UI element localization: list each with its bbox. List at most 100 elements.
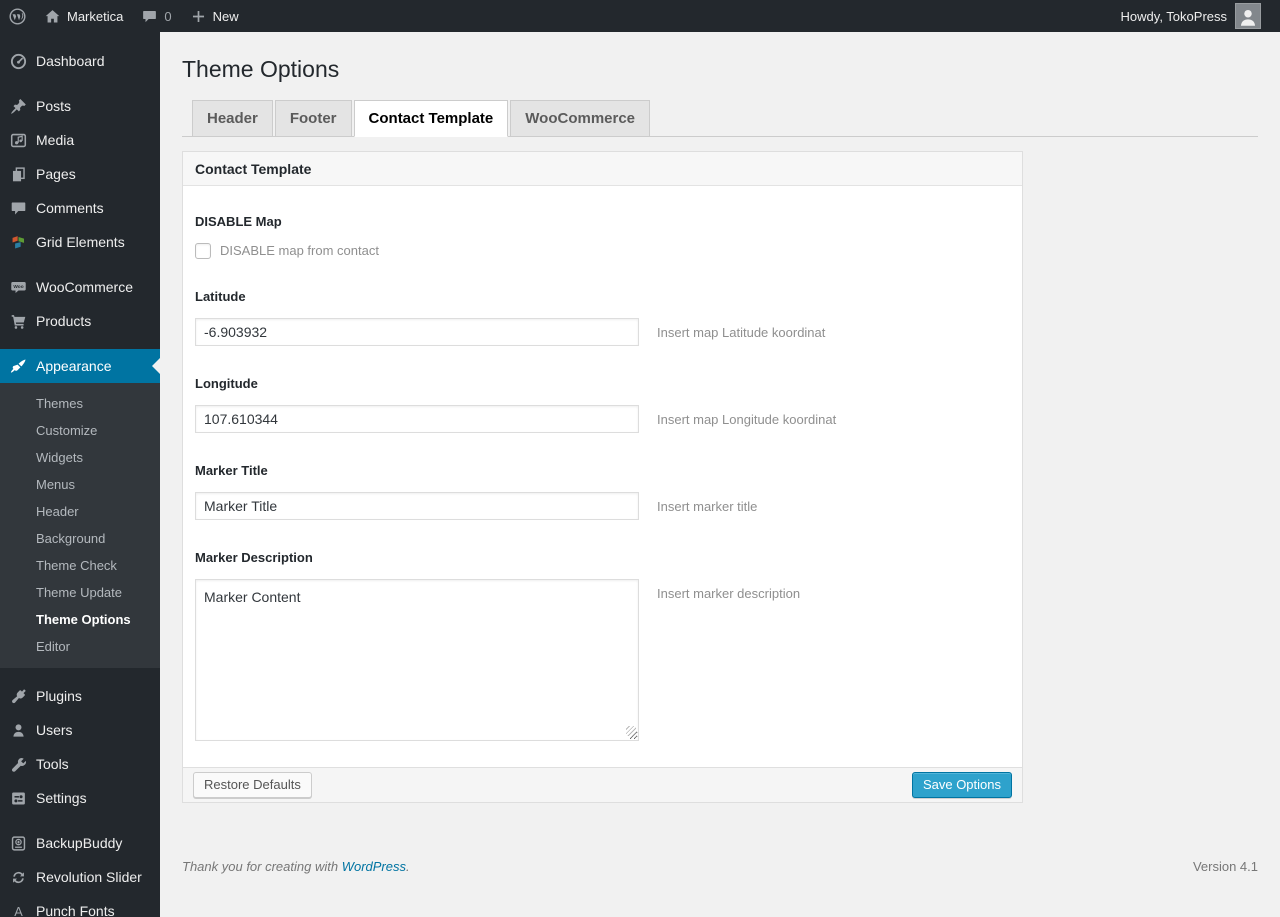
footer-thanks-period: . — [406, 858, 410, 874]
site-name-label: Marketica — [67, 8, 124, 24]
page-footer: Thank you for creating with WordPress. V… — [182, 859, 1258, 894]
field-label: DISABLE Map — [195, 213, 282, 229]
footer-thanks: Thank you for creating with WordPress. — [182, 859, 410, 874]
save-options-button[interactable]: Save Options — [911, 771, 1012, 798]
sidebar-item-appearance[interactable]: Appearance — [0, 349, 160, 383]
field-group-longitude: Longitude Insert map Longitude koordinat — [195, 376, 1010, 433]
sidebar-menu: Dashboard Posts Media Pages Comments Grid Ele… — [0, 44, 160, 917]
field-help: Insert map Latitude koordinat — [657, 324, 826, 340]
tab-contact-template[interactable]: Contact Template — [353, 99, 509, 137]
field-help: Insert marker description — [657, 585, 801, 601]
page-title: Theme Options — [182, 56, 340, 82]
sidebar-item-revolution-slider[interactable]: Revolution Slider — [0, 860, 160, 894]
sidebar-item-label: Products — [36, 313, 92, 329]
submenu-item-theme-options[interactable]: Theme Options — [0, 606, 160, 633]
svg-text:A: A — [14, 903, 23, 917]
sidebar-item-comments[interactable]: Comments — [0, 191, 160, 225]
submenu-item-menus[interactable]: Menus — [0, 471, 160, 498]
submenu-item-theme-check[interactable]: Theme Check — [0, 552, 160, 579]
settings-icon — [8, 790, 28, 807]
tab-header[interactable]: Header — [192, 99, 273, 136]
field-label: Marker Description — [195, 549, 313, 565]
sidebar-item-products[interactable]: Products — [0, 304, 160, 338]
plus-icon — [190, 8, 207, 25]
home-icon — [44, 8, 61, 25]
textarea-wrap — [195, 578, 639, 741]
version-label: Version 4.1 — [1192, 858, 1258, 874]
comment-bubble-icon — [141, 8, 158, 25]
submenu-item-editor[interactable]: Editor — [0, 633, 160, 660]
sidebar-item-punch-fonts[interactable]: A Punch Fonts — [0, 894, 160, 917]
theme-options-panel: Contact Template DISABLE Map DISABLE map … — [182, 150, 1023, 803]
menu-separator — [0, 815, 160, 826]
submenu-item-customize[interactable]: Customize — [0, 417, 160, 444]
sidebar-item-label: Revolution Slider — [36, 869, 142, 885]
menu-separator — [0, 338, 160, 349]
avatar — [1235, 3, 1261, 29]
sidebar-item-label: Grid Elements — [36, 234, 125, 250]
sidebar: Dashboard Posts Media Pages Comments Grid Ele… — [0, 32, 160, 917]
field-row: Insert map Latitude koordinat — [195, 317, 1010, 346]
longitude-input[interactable] — [195, 404, 639, 433]
woocommerce-icon: Woo — [8, 279, 28, 296]
wrench-icon — [8, 756, 28, 773]
sidebar-item-settings[interactable]: Settings — [0, 781, 160, 815]
sidebar-item-pages[interactable]: Pages — [0, 157, 160, 191]
sidebar-item-plugins[interactable]: Plugins — [0, 679, 160, 713]
submenu-item-widgets[interactable]: Widgets — [0, 444, 160, 471]
field-help: Insert map Longitude koordinat — [657, 411, 837, 427]
appearance-submenu: Themes Customize Widgets Menus Header Backgro… — [0, 383, 160, 668]
site-name-menu[interactable]: Marketica — [35, 0, 132, 32]
sidebar-item-media[interactable]: Media — [0, 123, 160, 157]
sidebar-item-users[interactable]: Users — [0, 713, 160, 747]
menu-separator — [0, 259, 160, 270]
sidebar-item-label: Pages — [36, 166, 76, 182]
comments-icon — [8, 200, 28, 217]
my-account-menu[interactable]: Howdy, TokoPress — [1112, 0, 1270, 32]
tab-woocommerce[interactable]: WooCommerce — [510, 99, 651, 136]
field-group-marker-title: Marker Title Insert marker title — [195, 463, 1010, 520]
paintbrush-icon — [8, 358, 28, 375]
sidebar-item-label: Punch Fonts — [36, 903, 115, 917]
tab-footer[interactable]: Footer — [274, 99, 352, 136]
sidebar-item-label: Settings — [36, 790, 87, 806]
sidebar-item-posts[interactable]: Posts — [0, 89, 160, 123]
punch-fonts-icon: A — [8, 903, 28, 917]
plug-icon — [8, 688, 28, 705]
sidebar-item-label: Plugins — [36, 688, 82, 704]
field-label: Marker Title — [195, 462, 268, 478]
wordpress-link[interactable]: WordPress — [342, 859, 406, 874]
new-label: New — [212, 8, 239, 24]
latitude-input[interactable] — [195, 317, 639, 346]
sidebar-item-woocommerce[interactable]: Woo WooCommerce — [0, 270, 160, 304]
submenu-item-themes[interactable]: Themes — [0, 390, 160, 417]
checkbox-label: DISABLE map from contact — [220, 243, 379, 259]
comments-count: 0 — [164, 8, 172, 24]
sidebar-item-grid-elements[interactable]: Grid Elements — [0, 225, 160, 259]
marker-title-input[interactable] — [195, 491, 639, 520]
pages-icon — [8, 166, 28, 183]
marker-description-textarea[interactable] — [195, 578, 639, 741]
submenu-item-header[interactable]: Header — [0, 498, 160, 525]
sidebar-item-backupbuddy[interactable]: BackupBuddy — [0, 826, 160, 860]
sidebar-item-label: Tools — [36, 756, 69, 772]
submenu-item-background[interactable]: Background — [0, 525, 160, 552]
panel-footer: Restore Defaults Save Options — [183, 766, 1022, 802]
submenu-item-theme-update[interactable]: Theme Update — [0, 579, 160, 606]
field-label: Latitude — [195, 288, 246, 304]
main-content: Theme Options Header Footer Contact Templa… — [160, 0, 1280, 894]
wordpress-logo-menu[interactable] — [0, 0, 35, 32]
sidebar-item-dashboard[interactable]: Dashboard — [0, 44, 160, 78]
tab-bar: Header Footer Contact Template WooCommerce — [182, 99, 1258, 137]
field-row: Insert marker description — [195, 578, 1010, 741]
field-row: Insert marker title — [195, 491, 1010, 520]
field-group-disable-map: DISABLE Map DISABLE map from contact — [195, 214, 1010, 259]
restore-defaults-button[interactable]: Restore Defaults — [193, 771, 312, 798]
comments-menu[interactable]: 0 — [132, 0, 180, 32]
field-group-latitude: Latitude Insert map Latitude koordinat — [195, 289, 1010, 346]
new-content-menu[interactable]: New — [181, 0, 248, 32]
grid-elements-icon — [8, 234, 28, 251]
sidebar-item-label: Users — [36, 722, 73, 738]
disable-map-checkbox[interactable] — [195, 242, 211, 259]
sidebar-item-tools[interactable]: Tools — [0, 747, 160, 781]
